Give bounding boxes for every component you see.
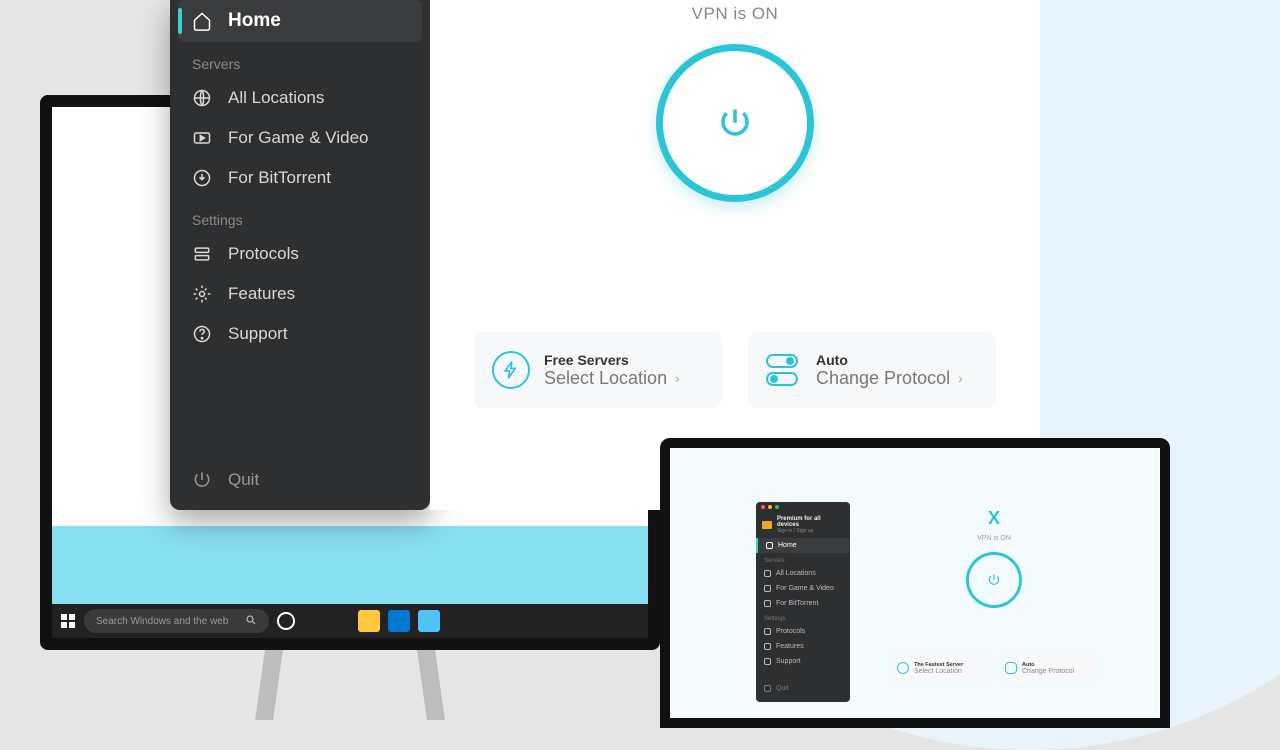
windows-taskbar: Search Windows and the web [52,604,648,638]
lightning-icon [492,351,530,389]
power-icon [192,470,212,490]
laptop-sidebar-support[interactable]: Support [756,654,850,669]
chevron-right-icon: › [958,370,963,386]
app-logo: X [854,508,1134,529]
sidebar-item-quit[interactable]: Quit [170,460,430,500]
laptop-sidebar-game[interactable]: For Game & Video [756,581,850,596]
sidebar: Home Servers All Locations For Game & Vi… [170,0,430,510]
laptop-sidebar-torrent[interactable]: For BitTorrent [756,596,850,611]
sidebar-features-label: Features [228,284,295,304]
toggle-icon [1005,662,1017,674]
sidebar-item-all-locations[interactable]: All Locations [170,78,430,118]
premium-sub: Sign in / Sign up [777,528,844,534]
sidebar-torrent-label: For BitTorrent [228,168,331,188]
sidebar-quit-label: Quit [228,470,259,490]
sidebar-item-home[interactable]: Home [178,0,422,42]
sidebar-section-settings: Settings [170,198,430,234]
protocols-icon [192,244,212,264]
sidebar-all-label: All Locations [228,88,324,108]
download-icon [192,168,212,188]
card2-title: Auto [816,352,963,368]
laptop-sidebar-quit[interactable]: Quit [756,681,850,696]
video-icon [192,128,212,148]
sidebar-support-label: Support [228,324,288,344]
laptop-location-card[interactable]: The Fastest ServerSelect Location [891,654,989,682]
sidebar-item-support[interactable]: Support [170,314,430,354]
sidebar-item-bittorrent[interactable]: For BitTorrent [170,158,430,198]
laptop-main-panel: X VPN is ON The Fastest ServerSelect Loc… [854,508,1134,682]
sidebar-section-servers: Servers [170,42,430,78]
sidebar-item-protocols[interactable]: Protocols [170,234,430,274]
laptop-sidebar-all[interactable]: All Locations [756,566,850,581]
change-protocol-card[interactable]: Auto Change Protocol › [748,332,996,408]
taskbar-app-explorer[interactable] [358,610,380,632]
windows-start-icon[interactable] [60,613,76,629]
vpn-status-text: VPN is ON [430,0,1040,24]
toggle-icon [766,351,802,389]
taskbar-app-vpn[interactable] [418,610,440,632]
laptop-vpn-status: VPN is ON [854,535,1134,542]
globe-icon [192,88,212,108]
mac-traffic-lights [756,502,850,512]
laptop-section-settings: Settings [756,611,850,624]
select-location-card[interactable]: Free Servers Select Location › [474,332,722,408]
taskbar-app-edge[interactable] [388,610,410,632]
premium-title: Premium for all devices [777,516,844,528]
gear-icon [192,284,212,304]
sidebar-game-label: For Game & Video [228,128,368,148]
main-panel: VPN is ON Free Servers Select Location › [430,0,1040,510]
sidebar-item-game-video[interactable]: For Game & Video [170,118,430,158]
sidebar-item-features[interactable]: Features [170,274,430,314]
crown-icon [762,521,772,529]
laptop-section-servers: Servers [756,553,850,566]
vpn-application-window: Home Servers All Locations For Game & Vi… [170,0,1040,510]
sidebar-protocols-label: Protocols [228,244,299,264]
laptop-sidebar-home[interactable]: Home [756,538,850,553]
lightning-icon [897,662,909,674]
laptop-protocol-card[interactable]: AutoChange Protocol [999,654,1097,682]
laptop-power-toggle[interactable] [966,552,1022,608]
chevron-right-icon: › [675,370,680,386]
taskbar-search[interactable]: Search Windows and the web [84,609,269,633]
vpn-power-toggle[interactable] [656,44,814,202]
cortana-icon[interactable] [277,612,295,630]
laptop-sidebar-features[interactable]: Features [756,639,850,654]
laptop-mockup: Premium for all devices Sign in / Sign u… [660,438,1170,728]
laptop-sidebar-protocols[interactable]: Protocols [756,624,850,639]
help-icon [192,324,212,344]
laptop-sidebar: Premium for all devices Sign in / Sign u… [756,502,850,702]
sidebar-home-label: Home [228,10,281,32]
search-placeholder: Search Windows and the web [96,616,228,627]
premium-banner[interactable]: Premium for all devices Sign in / Sign u… [756,512,850,538]
home-icon [192,11,212,31]
search-icon [245,614,257,629]
card2-action: Change Protocol [816,368,950,389]
card1-title: Free Servers [544,352,680,368]
card1-action: Select Location [544,368,667,389]
